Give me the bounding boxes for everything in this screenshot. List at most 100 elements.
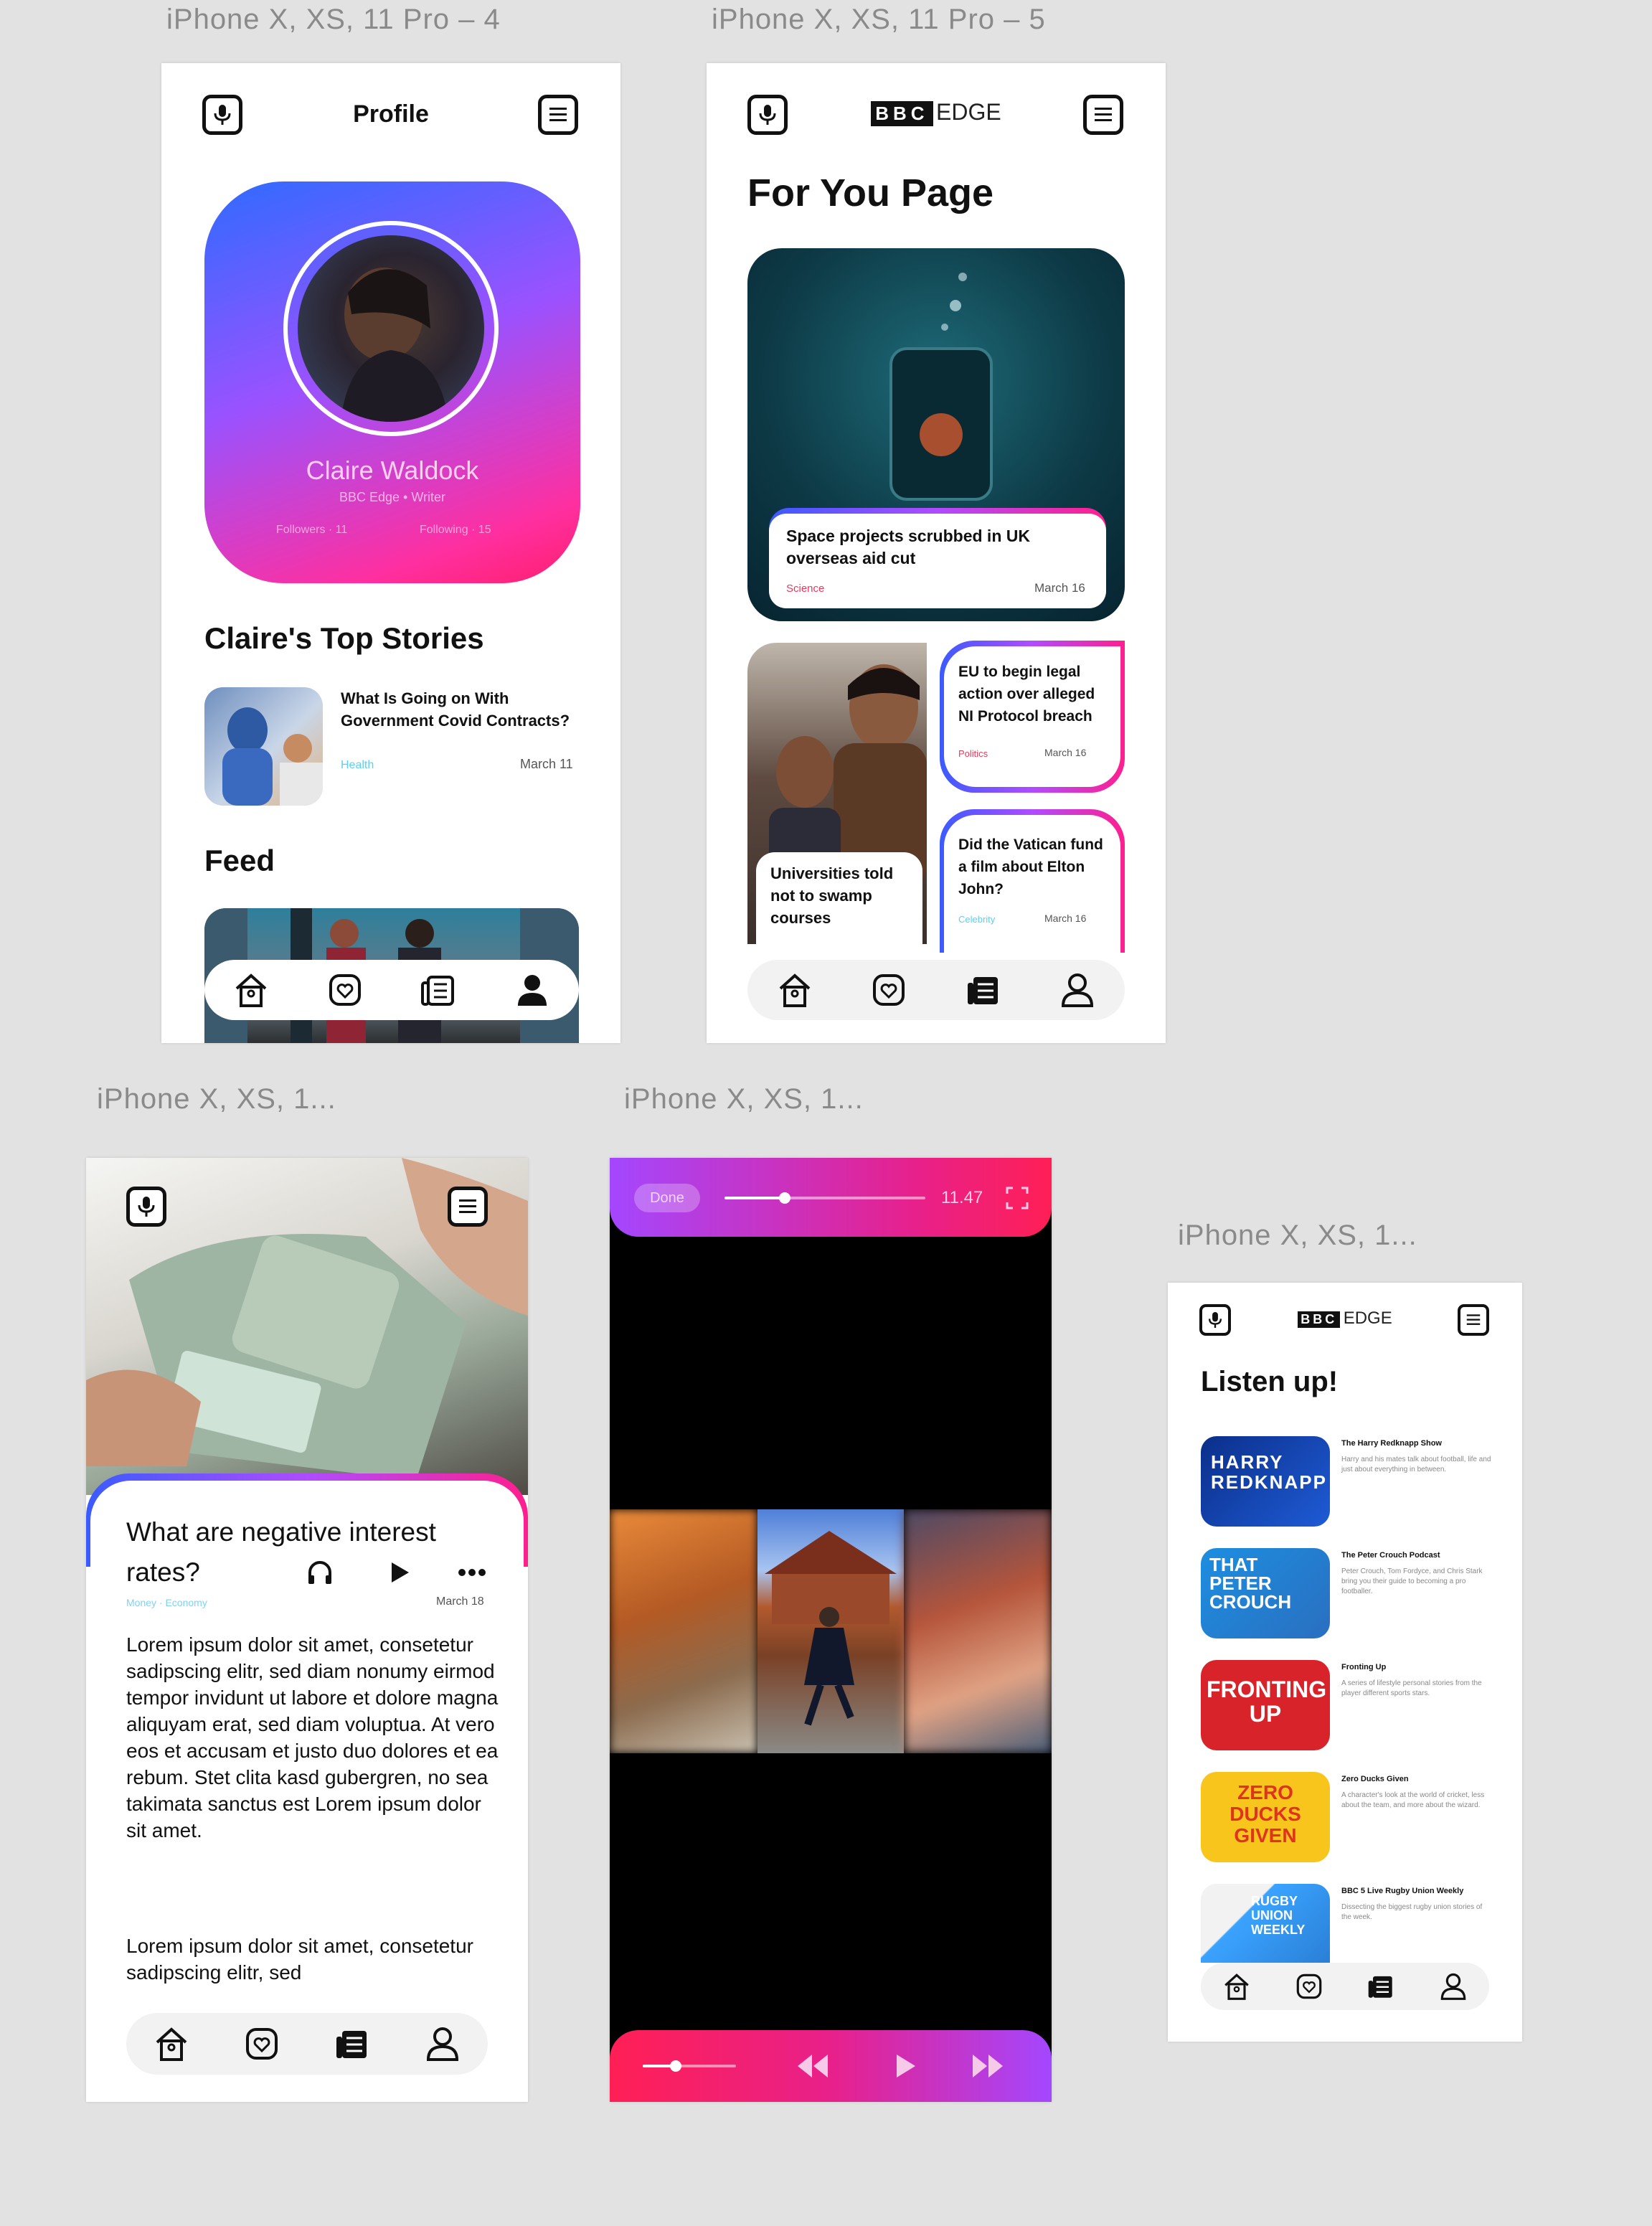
video-bottom-bar	[610, 2030, 1052, 2102]
article-paragraph-2: Lorem ipsum dolor sit amet, consetetur s…	[126, 1935, 473, 1984]
video-screen: Done 11.47	[610, 1158, 1052, 2102]
news-icon[interactable]	[1365, 1971, 1397, 2002]
hero-category: Science	[786, 583, 825, 595]
card1-category: Politics	[958, 748, 988, 759]
microphone-icon	[138, 1197, 155, 1217]
news-icon[interactable]	[418, 970, 458, 1010]
video-time: 11.47	[941, 1188, 983, 1207]
done-button[interactable]: Done	[634, 1184, 700, 1212]
card2-category: Celebrity	[958, 914, 996, 925]
article-category: Money · Economy	[126, 1597, 207, 1608]
video-right-panel	[904, 1509, 1052, 1753]
podcast-item[interactable]: RUGBY UNION WEEKLY BBC 5 Live Rugby Unio…	[1201, 1884, 1495, 1963]
podcast-item[interactable]: FRONTING UP Fronting Up A series of life…	[1201, 1660, 1495, 1750]
more-icon[interactable]	[456, 1558, 488, 1587]
video-progress-knob[interactable]	[779, 1192, 790, 1204]
brand-suffix: EDGE	[936, 99, 1001, 125]
podcast-cover: FRONTING UP	[1201, 1660, 1330, 1750]
hero-card: Space projects scrubbed in UK overseas a…	[769, 514, 1106, 608]
play-icon[interactable]	[889, 2050, 921, 2082]
fast-forward-icon[interactable]	[970, 2050, 1007, 2082]
favorites-icon[interactable]	[869, 970, 909, 1010]
frame-label-foryou: iPhone X, XS, 11 Pro – 5	[712, 4, 1046, 35]
menu-button[interactable]	[1458, 1304, 1489, 1336]
menu-button[interactable]	[1083, 95, 1123, 135]
home-icon[interactable]	[231, 970, 271, 1010]
menu-button[interactable]	[448, 1187, 488, 1227]
play-icon[interactable]	[384, 1558, 413, 1587]
volume-track[interactable]	[643, 2060, 736, 2072]
podcast-cover: THAT PETER CROUCH	[1201, 1548, 1330, 1638]
news-icon[interactable]	[332, 2024, 372, 2064]
profile-name: Claire Waldock	[306, 456, 479, 485]
left-card-title: Universities told not to swamp courses	[770, 864, 894, 927]
profile-icon[interactable]	[423, 2024, 463, 2064]
menu-button[interactable]	[538, 95, 578, 135]
podcast-title: The Harry Redknapp Show	[1341, 1439, 1442, 1448]
story-card-1[interactable]: EU to begin legal action over alleged NI…	[944, 646, 1120, 787]
home-icon[interactable]	[151, 2024, 192, 2064]
menu-icon	[459, 1199, 476, 1213]
article-screen: What are negative interest rates? Money …	[86, 1158, 528, 2102]
left-story[interactable]: Universities told not to swamp courses	[747, 643, 927, 944]
story-card-2[interactable]: Did the Vatican fund a film about Elton …	[944, 815, 1120, 953]
bbc-logo: BBC	[871, 101, 933, 126]
video-top-bar: Done 11.47	[610, 1158, 1052, 1237]
bottom-nav	[747, 960, 1125, 1020]
volume-knob[interactable]	[669, 2060, 681, 2072]
article-paragraph-1: Lorem ipsum dolor sit amet, consetetur s…	[126, 1633, 499, 1841]
video-progress-track[interactable]	[724, 1192, 925, 1204]
home-icon[interactable]	[1221, 1971, 1252, 2002]
podcast-item[interactable]: ZERO DUCKS GIVEN Zero Ducks Given A char…	[1201, 1772, 1495, 1862]
card1-title: EU to begin legal action over alleged NI…	[958, 664, 1095, 725]
favorites-icon[interactable]	[325, 970, 365, 1010]
frame-label-article: iPhone X, XS, 1...	[97, 1083, 336, 1115]
news-icon[interactable]	[963, 970, 1004, 1010]
brand-suffix: EDGE	[1343, 1308, 1392, 1328]
podcast-item[interactable]: THAT PETER CROUCH The Peter Crouch Podca…	[1201, 1548, 1495, 1638]
headphones-icon[interactable]	[306, 1558, 334, 1587]
microphone-button[interactable]	[126, 1187, 166, 1227]
article-date: March 18	[436, 1595, 484, 1608]
podcast-item[interactable]: HARRY REDKNAPP The Harry Redknapp Show H…	[1201, 1436, 1495, 1527]
profile-subtitle: BBC Edge • Writer	[339, 490, 446, 504]
top-stories-heading: Claire's Top Stories	[204, 621, 484, 655]
profile-card: Claire Waldock BBC Edge • Writer Followe…	[204, 181, 580, 583]
profile-icon[interactable]	[512, 970, 552, 1010]
page-title: Listen up!	[1201, 1366, 1339, 1397]
foryou-screen: BBC EDGE For You Page Space projects scr…	[707, 63, 1166, 1043]
page-title: For You Page	[747, 171, 994, 214]
video-frame[interactable]	[610, 1509, 1052, 1753]
rewind-icon[interactable]	[793, 2050, 831, 2082]
video-left-panel	[610, 1509, 757, 1753]
profile-icon[interactable]	[1057, 970, 1098, 1010]
home-icon[interactable]	[775, 970, 815, 1010]
podcast-cover: RUGBY UNION WEEKLY	[1201, 1884, 1330, 1963]
avatar[interactable]	[298, 235, 484, 422]
hero-story[interactable]: Space projects scrubbed in UK overseas a…	[747, 248, 1125, 621]
story-title: What Is Going on With Government Covid C…	[341, 689, 570, 730]
top-story-item[interactable]: What Is Going on With Government Covid C…	[204, 687, 577, 809]
bottom-nav	[204, 960, 579, 1020]
video-center-panel	[757, 1509, 904, 1753]
menu-icon	[1095, 108, 1112, 121]
video-progress-fill	[724, 1197, 785, 1199]
podcast-title: Fronting Up	[1341, 1663, 1387, 1671]
story-image	[222, 707, 323, 806]
podcast-description: A character's look at the world of crick…	[1341, 1791, 1485, 1809]
fullscreen-icon[interactable]	[1004, 1185, 1030, 1211]
favorites-icon[interactable]	[242, 2024, 282, 2064]
profile-screen: Profile Claire Waldock BBC Edge • Writer…	[161, 63, 620, 1043]
profile-icon[interactable]	[1438, 1971, 1469, 2002]
podcast-cover: ZERO DUCKS GIVEN	[1201, 1772, 1330, 1862]
left-card: Universities told not to swamp courses	[756, 852, 922, 944]
story-thumbnail	[204, 687, 323, 806]
followers-count[interactable]: Followers · 11	[276, 524, 347, 537]
favorites-icon[interactable]	[1293, 1971, 1325, 2002]
story-category: Health	[341, 759, 374, 771]
frame-label-profile: iPhone X, XS, 11 Pro – 4	[166, 4, 501, 35]
podcast-title: BBC 5 Live Rugby Union Weekly	[1341, 1887, 1464, 1895]
bottom-nav	[1201, 1963, 1489, 2010]
following-count[interactable]: Following · 15	[420, 524, 491, 537]
hero-title: Space projects scrubbed in UK overseas a…	[786, 527, 1030, 567]
